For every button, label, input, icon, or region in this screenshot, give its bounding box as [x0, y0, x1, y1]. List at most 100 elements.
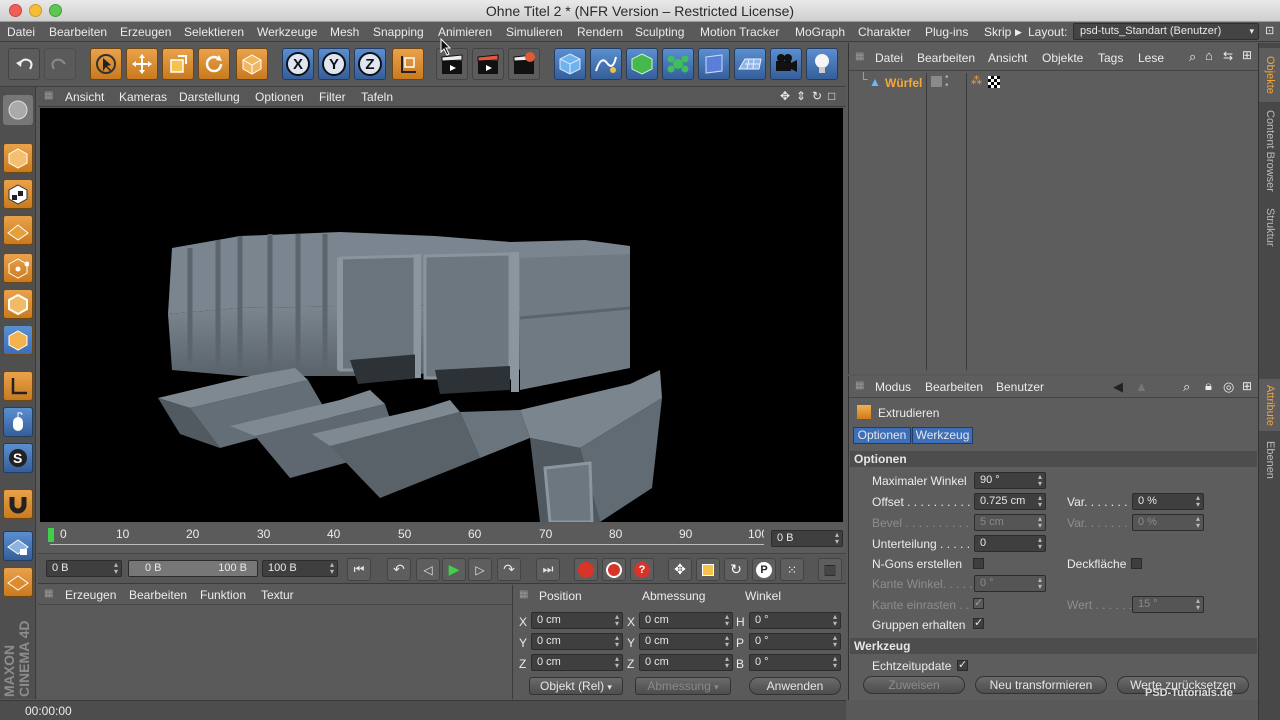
3d-viewport[interactable] — [40, 108, 843, 522]
add-light-button[interactable] — [806, 48, 838, 80]
edge-angle-field[interactable]: 0 ° ▴ ▾ — [974, 575, 1046, 592]
previous-frame-button[interactable]: ◁ — [416, 558, 440, 581]
coordinate-system-button[interactable] — [392, 48, 424, 80]
key-rotation-button[interactable]: ↻ — [724, 558, 748, 581]
key-pla-button[interactable]: ⁙ — [780, 558, 804, 581]
record-keys-button[interactable] — [574, 558, 598, 581]
lock-icon[interactable]: 🔒︎ — [1205, 378, 1212, 394]
menu-rendern[interactable]: Rendern — [577, 25, 623, 39]
var-field[interactable]: 0 % ▴ ▾ — [1132, 493, 1204, 510]
axis-mode-button[interactable] — [3, 371, 33, 401]
menu-plugins[interactable]: Plug-ins — [925, 25, 968, 39]
attr-menu-benutzer[interactable]: Benutzer — [996, 380, 1044, 394]
material-menu-erzeugen[interactable]: Erzeugen — [65, 588, 116, 602]
playhead-marker[interactable] — [48, 528, 54, 542]
keyframe-selection-button[interactable]: ? — [630, 558, 654, 581]
max-angle-field[interactable]: 90 ° ▴ ▾ — [974, 472, 1046, 489]
new-transform-button[interactable]: Neu transformieren — [975, 676, 1107, 694]
edge-snap-checkbox[interactable]: ✓ — [973, 598, 984, 609]
var2-field[interactable]: 0 % ▴ ▾ — [1132, 514, 1204, 531]
menu-animieren[interactable]: Animieren — [438, 25, 492, 39]
model-mode-button[interactable] — [3, 143, 33, 173]
pan-view-icon[interactable]: ✥ — [780, 89, 790, 103]
menu-motion-tracker[interactable]: Motion Tracker — [700, 25, 779, 39]
menu-snapping[interactable]: Snapping — [373, 25, 424, 39]
keep-groups-checkbox[interactable]: ✓ — [973, 618, 984, 629]
add-cube-button[interactable] — [554, 48, 586, 80]
objects-menu-ansicht[interactable]: Ansicht — [988, 51, 1027, 65]
menu-mesh[interactable]: Mesh — [330, 25, 359, 39]
key-parameter-button[interactable]: P — [752, 558, 776, 581]
target-icon[interactable]: ◎ — [1223, 379, 1234, 395]
size-mode-select[interactable]: Abmessung ▾ — [635, 677, 731, 695]
axis-x-lock-button[interactable]: X — [282, 48, 314, 80]
assign-button[interactable]: Zuweisen — [863, 676, 965, 694]
lock-workplane-button[interactable] — [3, 531, 33, 561]
texture-mode-button[interactable] — [3, 179, 33, 209]
menu-bearbeiten[interactable]: Bearbeiten — [49, 25, 107, 39]
menu-skript[interactable]: Skrip — [984, 25, 1011, 39]
viewport-menu-filter[interactable]: Filter — [319, 90, 346, 104]
menu-charakter[interactable]: Charakter — [858, 25, 911, 39]
coordinate-mode-select[interactable]: Objekt (Rel) ▾ — [529, 677, 623, 695]
add-camera-button[interactable] — [770, 48, 802, 80]
side-tab-content-browser[interactable]: Content Browser — [1259, 105, 1280, 197]
preview-start-field[interactable]: 0 B ▴ ▾ — [46, 560, 122, 577]
objects-menu-lesezeichen[interactable]: Lese — [1138, 51, 1164, 65]
rotate-tool-button[interactable] — [198, 48, 230, 80]
points-mode-button[interactable] — [3, 253, 33, 283]
size-y-field[interactable]: 0 cm ▴ ▾ — [639, 633, 733, 650]
objects-menu-tags[interactable]: Tags — [1098, 51, 1123, 65]
new-panel-icon[interactable]: ⊞ — [1242, 379, 1252, 393]
previous-key-button[interactable]: ↶ — [387, 558, 411, 581]
polygons-mode-button[interactable] — [3, 325, 33, 355]
minimize-window-button[interactable] — [29, 4, 42, 17]
snapping-button[interactable]: S — [3, 443, 33, 473]
tab-optionen[interactable]: Optionen — [853, 427, 911, 444]
side-tab-ebenen[interactable]: Ebenen — [1259, 437, 1280, 483]
side-tab-attribute[interactable]: Attribute — [1259, 379, 1280, 431]
search-icon[interactable]: ⌕ — [1183, 379, 1190, 395]
material-menu-funktion[interactable]: Funktion — [200, 588, 246, 602]
dolly-view-icon[interactable]: ⇕ — [796, 89, 806, 103]
layer-visibility-icon[interactable] — [931, 76, 942, 87]
value-field[interactable]: 15 ° ▴ ▾ — [1132, 596, 1204, 613]
size-x-field[interactable]: 0 cm ▴ ▾ — [639, 612, 733, 629]
up-arrow-icon[interactable]: ▲ — [1135, 379, 1148, 394]
size-z-field[interactable]: 0 cm ▴ ▾ — [639, 654, 733, 671]
editor-render-dots-icon[interactable]: • • — [945, 73, 949, 91]
maximize-view-icon[interactable]: □ — [828, 89, 835, 103]
tab-werkzeug[interactable]: Werkzeug — [912, 427, 973, 444]
timeline-window-button[interactable]: ▥ — [818, 558, 842, 581]
viewport-menu-optionen[interactable]: Optionen — [255, 90, 304, 104]
menu-mograph[interactable]: MoGraph — [795, 25, 845, 39]
phong-tag-icon[interactable]: ⁂ — [971, 74, 982, 87]
last-tool-button[interactable] — [236, 48, 268, 80]
side-tab-struktur[interactable]: Struktur — [1259, 201, 1280, 253]
axis-y-lock-button[interactable]: Y — [318, 48, 350, 80]
viewport-menu-ansicht[interactable]: Ansicht — [65, 90, 104, 104]
preview-end-field[interactable]: 100 B ▴ ▾ — [262, 560, 338, 577]
viewport-menu-darstellung[interactable]: Darstellung — [179, 90, 240, 104]
texture-tag-icon[interactable] — [988, 76, 1000, 88]
add-scene-button[interactable] — [734, 48, 766, 80]
play-button[interactable]: ▶ — [442, 558, 466, 581]
undo-button[interactable] — [8, 48, 40, 80]
menu-werkzeuge[interactable]: Werkzeuge — [257, 25, 317, 39]
material-menu-bearbeiten[interactable]: Bearbeiten — [129, 588, 187, 602]
cap-checkbox[interactable] — [1131, 558, 1142, 569]
offset-field[interactable]: 0.725 cm ▴ ▾ — [974, 493, 1046, 510]
scale-tool-button[interactable] — [162, 48, 194, 80]
position-z-field[interactable]: 0 cm ▴ ▾ — [531, 654, 623, 671]
orbit-view-icon[interactable]: ↻ — [812, 89, 822, 103]
attr-menu-bearbeiten[interactable]: Bearbeiten — [925, 380, 983, 394]
side-tab-objekte[interactable]: Objekte — [1259, 48, 1280, 102]
tweak-mode-button[interactable] — [3, 407, 33, 437]
search-icon[interactable]: ⌕ — [1189, 49, 1196, 65]
menu-overflow-arrow-icon[interactable]: ▶ — [1015, 27, 1022, 38]
goto-end-button[interactable]: ⏭ — [536, 558, 560, 581]
goto-start-button[interactable]: ⏮ — [347, 558, 371, 581]
viewport-menu-kameras[interactable]: Kameras — [119, 90, 167, 104]
edges-mode-button[interactable] — [3, 289, 33, 319]
add-spline-button[interactable] — [590, 48, 622, 80]
